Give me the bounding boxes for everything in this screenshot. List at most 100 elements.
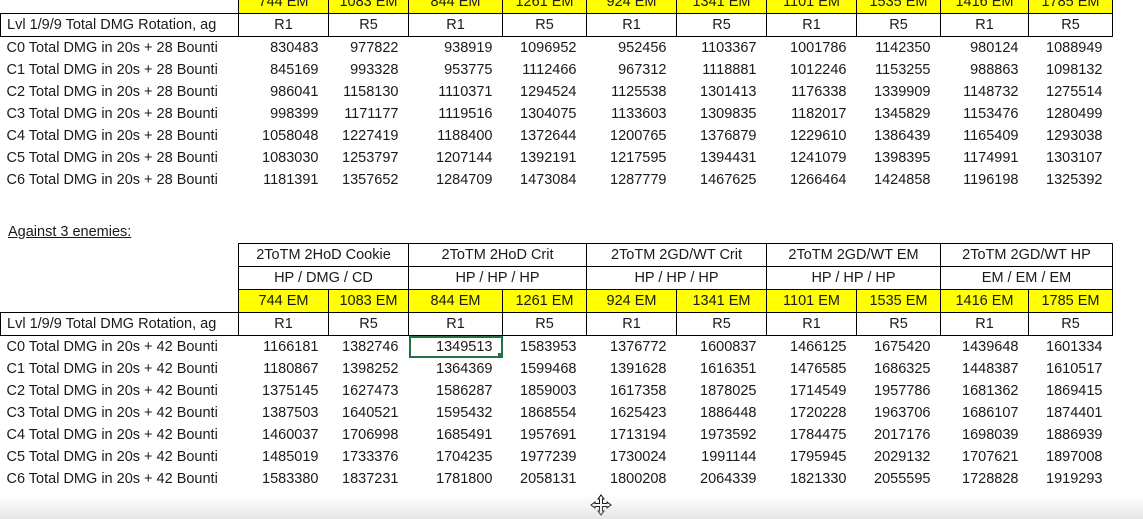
refinement-cell[interactable]: R5 [676,312,767,336]
value-cell[interactable]: 1158130 [329,81,409,103]
value-cell[interactable]: 1610517 [1029,358,1113,380]
value-cell[interactable]: 1586287 [409,380,503,402]
value-cell[interactable]: 1601334 [1029,336,1113,359]
value-cell[interactable]: 986041 [239,81,329,103]
refinement-cell[interactable]: R1 [940,13,1029,37]
value-cell[interactable]: 1473084 [503,169,587,191]
refinement-cell[interactable]: R5 [502,13,587,37]
value-cell[interactable]: 1583953 [503,336,587,359]
value-cell[interactable]: 1391628 [587,358,677,380]
value-cell[interactable]: 1058048 [239,125,329,147]
value-cell[interactable]: 1713194 [587,424,677,446]
value-cell[interactable]: 2055595 [857,468,941,490]
value-cell[interactable]: 1280499 [1029,103,1113,125]
value-cell[interactable]: 1119516 [409,103,503,125]
value-cell[interactable]: 1083030 [239,147,329,169]
build-header-cell[interactable]: 2ToTM 2GD/WT EM [766,243,941,267]
value-cell[interactable]: 1686107 [941,402,1029,424]
build-header-cell[interactable]: 2ToTM 2HoD Cookie [238,243,409,267]
value-cell[interactable]: 1874401 [1029,402,1113,424]
em-header-cell[interactable]: 744 EM [238,0,329,14]
value-cell[interactable]: 993328 [329,59,409,81]
em-header-cell[interactable]: 744 EM [238,289,329,313]
row-label-cell[interactable]: C2 Total DMG in 20s + 28 Bounti [1,81,239,103]
refinement-cell[interactable]: R1 [408,312,503,336]
em-header-cell[interactable]: 844 EM [408,0,503,14]
blank-cell[interactable] [1,267,239,290]
em-header-cell[interactable]: 844 EM [408,289,503,313]
refinement-cell[interactable]: R1 [586,13,677,37]
value-cell[interactable]: 1372644 [503,125,587,147]
value-cell[interactable]: 1142350 [857,37,941,60]
value-cell[interactable]: 1973592 [677,424,767,446]
value-cell[interactable]: 1153476 [941,103,1029,125]
value-cell[interactable]: 1730024 [587,446,677,468]
value-cell[interactable]: 1096952 [503,37,587,60]
em-header-cell[interactable]: 1083 EM [328,0,409,14]
em-header-cell[interactable]: 924 EM [586,0,677,14]
value-cell[interactable]: 1382746 [329,336,409,359]
value-cell[interactable]: 1287779 [587,169,677,191]
value-cell[interactable]: 1640521 [329,402,409,424]
blank-cell[interactable] [1,290,239,313]
em-header-cell[interactable]: 1101 EM [766,289,857,313]
value-cell[interactable]: 1617358 [587,380,677,402]
row-label-cell[interactable]: C2 Total DMG in 20s + 42 Bounti [1,380,239,402]
em-header-cell[interactable]: 1083 EM [328,289,409,313]
value-cell[interactable]: 1595432 [409,402,503,424]
value-cell[interactable]: 1991144 [677,446,767,468]
value-cell[interactable]: 1153255 [857,59,941,81]
value-cell[interactable]: 998399 [239,103,329,125]
value-cell[interactable]: 1394431 [677,147,767,169]
row-label-cell[interactable]: C4 Total DMG in 20s + 42 Bounti [1,424,239,446]
refinement-cell[interactable]: R1 [408,13,503,37]
value-cell[interactable]: 1364369 [409,358,503,380]
value-cell[interactable]: 1196198 [941,169,1029,191]
value-cell[interactable]: 1176338 [767,81,857,103]
value-cell[interactable]: 1165409 [941,125,1029,147]
value-cell[interactable]: 1897008 [1029,446,1113,468]
value-cell[interactable]: 1309835 [677,103,767,125]
row-label-cell[interactable]: C1 Total DMG in 20s + 42 Bounti [1,358,239,380]
value-cell[interactable]: 1476585 [767,358,857,380]
value-cell[interactable]: 1253797 [329,147,409,169]
stats-header-cell[interactable]: HP / HP / HP [408,266,587,290]
stats-header-cell[interactable]: HP / HP / HP [586,266,767,290]
em-header-cell[interactable]: 1785 EM [1028,0,1113,14]
value-cell[interactable]: 1171177 [329,103,409,125]
value-cell[interactable]: 1869415 [1029,380,1113,402]
value-cell[interactable]: 1706998 [329,424,409,446]
value-cell[interactable]: 1704235 [409,446,503,468]
refinement-cell[interactable]: R5 [1028,13,1113,37]
build-header-cell[interactable]: 2ToTM 2GD/WT HP [940,243,1113,267]
value-cell[interactable]: 1207144 [409,147,503,169]
em-header-cell[interactable]: 1416 EM [940,0,1029,14]
em-header-cell[interactable]: 1341 EM [676,0,767,14]
value-cell[interactable]: 1957691 [503,424,587,446]
value-cell[interactable]: 1837231 [329,468,409,490]
value-cell[interactable]: 2058131 [503,468,587,490]
blank-cell[interactable] [1,244,239,267]
refinement-cell[interactable]: R1 [940,312,1029,336]
value-cell[interactable]: 1795945 [767,446,857,468]
value-cell[interactable]: 1600837 [677,336,767,359]
value-cell[interactable]: 1625423 [587,402,677,424]
value-cell[interactable]: 1686325 [857,358,941,380]
value-cell[interactable]: 980124 [941,37,1029,60]
value-cell[interactable]: 1963706 [857,402,941,424]
value-cell[interactable]: 1266464 [767,169,857,191]
value-cell[interactable]: 1886939 [1029,424,1113,446]
value-cell[interactable]: 938919 [409,37,503,60]
em-header-cell[interactable]: 1101 EM [766,0,857,14]
value-cell[interactable]: 1229610 [767,125,857,147]
value-cell[interactable]: 1284709 [409,169,503,191]
value-cell[interactable]: 1424858 [857,169,941,191]
em-header-cell[interactable]: 1535 EM [856,0,941,14]
value-cell[interactable]: 1304075 [503,103,587,125]
value-cell[interactable]: 1376879 [677,125,767,147]
refinement-cell[interactable]: R5 [328,312,409,336]
value-cell[interactable]: 1977239 [503,446,587,468]
value-cell[interactable]: 1733376 [329,446,409,468]
value-cell[interactable]: 1088949 [1029,37,1113,60]
row-label-cell[interactable]: C6 Total DMG in 20s + 42 Bounti [1,468,239,490]
